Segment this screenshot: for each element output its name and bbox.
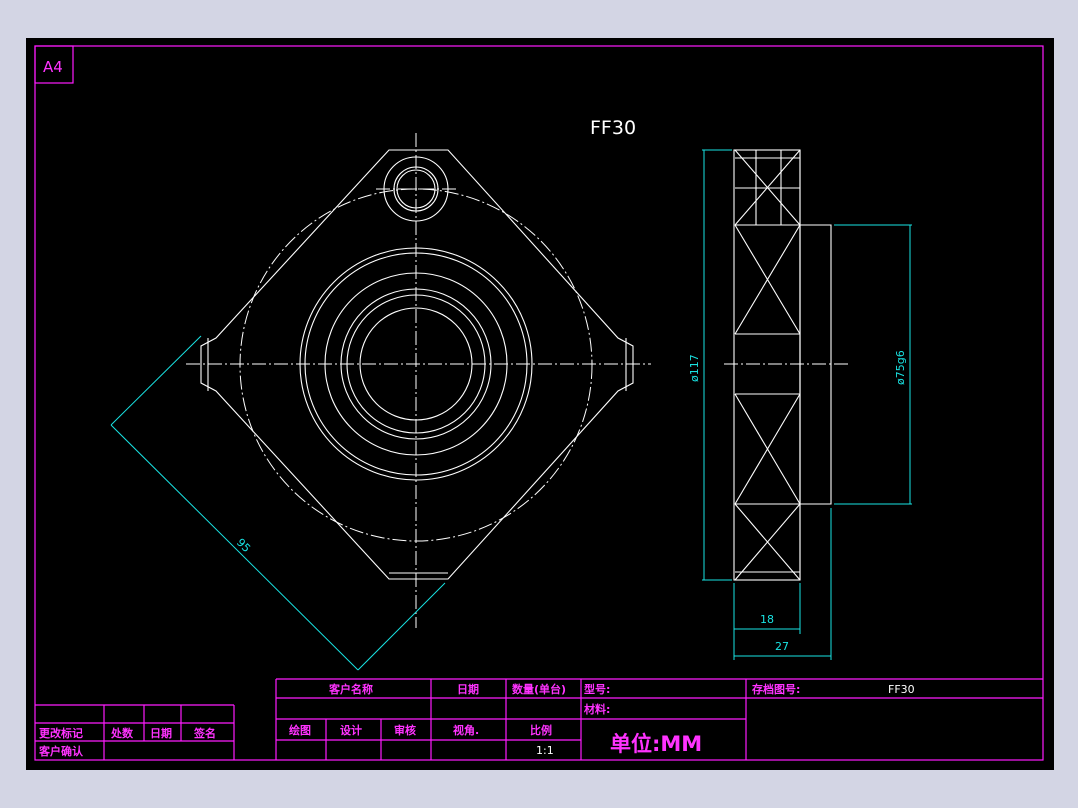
drawing-sheet: A4 FF30 95 ø117 ø75g6 18 27 客户名称 日期 数量(单… (26, 38, 1054, 770)
material-label: 材料: (584, 702, 610, 716)
inner-frame (34, 45, 1044, 761)
sign-label: 签名 (193, 726, 216, 740)
date-label: 日期 (457, 682, 479, 696)
dimension-95: 95 (110, 335, 446, 671)
customer-name-label: 客户名称 (328, 682, 373, 696)
model-label: 型号: (584, 682, 610, 696)
customer-confirm-label: 客户确认 (38, 744, 84, 758)
scale-label: 比例 (530, 723, 552, 737)
size-label: A4 (43, 58, 63, 76)
cad-drawing: A4 FF30 95 ø117 ø75g6 18 27 客户名称 日期 数量(单… (34, 45, 1044, 761)
dim-75g6: ø75g6 (894, 350, 907, 385)
unit-label: 单位:MM (610, 732, 702, 756)
archive-label: 存档图号: (752, 682, 800, 696)
dim-95: 95 (234, 536, 253, 555)
dim-117: ø117 (688, 354, 701, 382)
view-label: 视角. (453, 723, 479, 737)
revision-block: 更改标记 处数 日期 签名 客户确认 (35, 704, 235, 760)
place-count-label: 处数 (110, 726, 134, 740)
dim-18: 18 (760, 613, 774, 626)
front-view (186, 133, 651, 628)
change-mark-label: 更改标记 (39, 726, 83, 740)
dim-27: 27 (775, 640, 789, 653)
title-block: 客户名称 日期 数量(单台) 型号: 存档图号: FF30 材料: 绘图 设计 … (275, 678, 1043, 760)
quantity-label: 数量(单台) (512, 682, 566, 696)
design-label: 设计 (340, 723, 362, 737)
part-title: FF30 (590, 117, 636, 139)
rev-date-label: 日期 (150, 726, 172, 740)
archive-value: FF30 (888, 683, 915, 696)
scale-value: 1:1 (536, 744, 554, 757)
drawn-label: 绘图 (289, 723, 311, 737)
side-view (724, 149, 848, 581)
review-label: 审核 (394, 723, 416, 737)
